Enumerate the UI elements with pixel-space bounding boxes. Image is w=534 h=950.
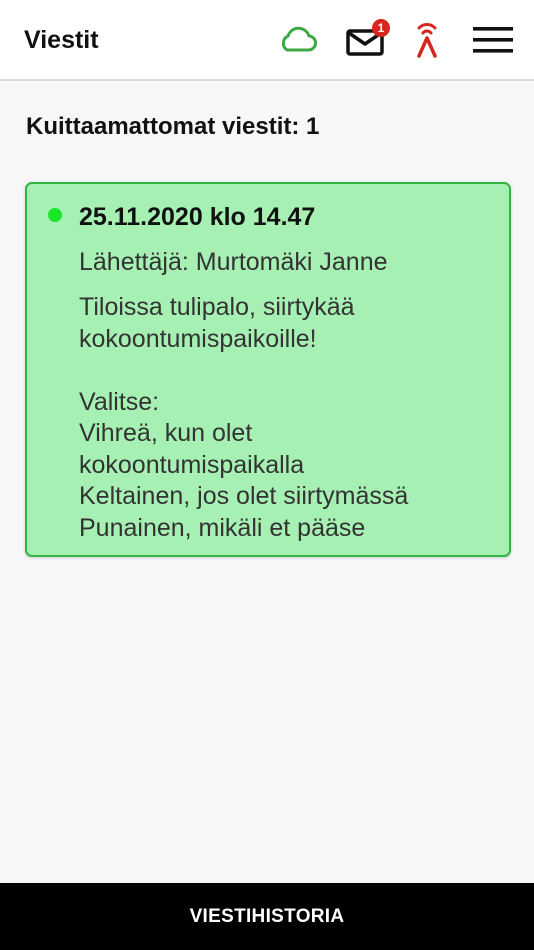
hamburger-menu-icon	[473, 27, 513, 53]
message-sender: Lähettäjä: Murtomäki Janne	[79, 248, 388, 276]
message-line: Keltainen, jos olet siirtymässä	[79, 482, 409, 510]
message-line: Punainen, mikäli et pääse	[79, 513, 366, 542]
cloud-status-button[interactable]	[272, 16, 324, 64]
app-header: Viestit 1	[0, 0, 534, 81]
message-history-label: VIESTIHISTORIA	[189, 905, 345, 927]
message-card[interactable]: 25.11.2020 klo 14.47 Lähettäjä: Murtomäk…	[25, 182, 511, 557]
message-line: kokoontumispaikalla	[79, 450, 305, 479]
message-body: Tiloissa tulipalo, siirtykää kokoontumis…	[79, 292, 499, 544]
cloud-icon	[281, 26, 317, 52]
menu-button[interactable]	[466, 16, 520, 64]
messages-button[interactable]: 1	[338, 16, 394, 64]
signal-status-button[interactable]	[404, 16, 450, 64]
page-title: Viestit	[24, 26, 99, 54]
message-line	[79, 355, 499, 387]
unacknowledged-count: Kuittaamattomat viestit: 1	[26, 113, 320, 140]
message-history-button[interactable]: VIESTIHISTORIA	[0, 883, 534, 950]
unread-badge: 1	[372, 19, 390, 37]
message-date: 25.11.2020 klo 14.47	[79, 203, 316, 231]
message-line: Valitse:	[79, 387, 160, 416]
signal-icon	[417, 23, 437, 58]
message-line: Tiloissa tulipalo, siirtykää	[79, 293, 355, 321]
status-dot	[48, 208, 62, 222]
message-line: kokoontumispaikoille!	[79, 324, 317, 353]
message-line: Vihreä, kun olet	[79, 419, 253, 447]
